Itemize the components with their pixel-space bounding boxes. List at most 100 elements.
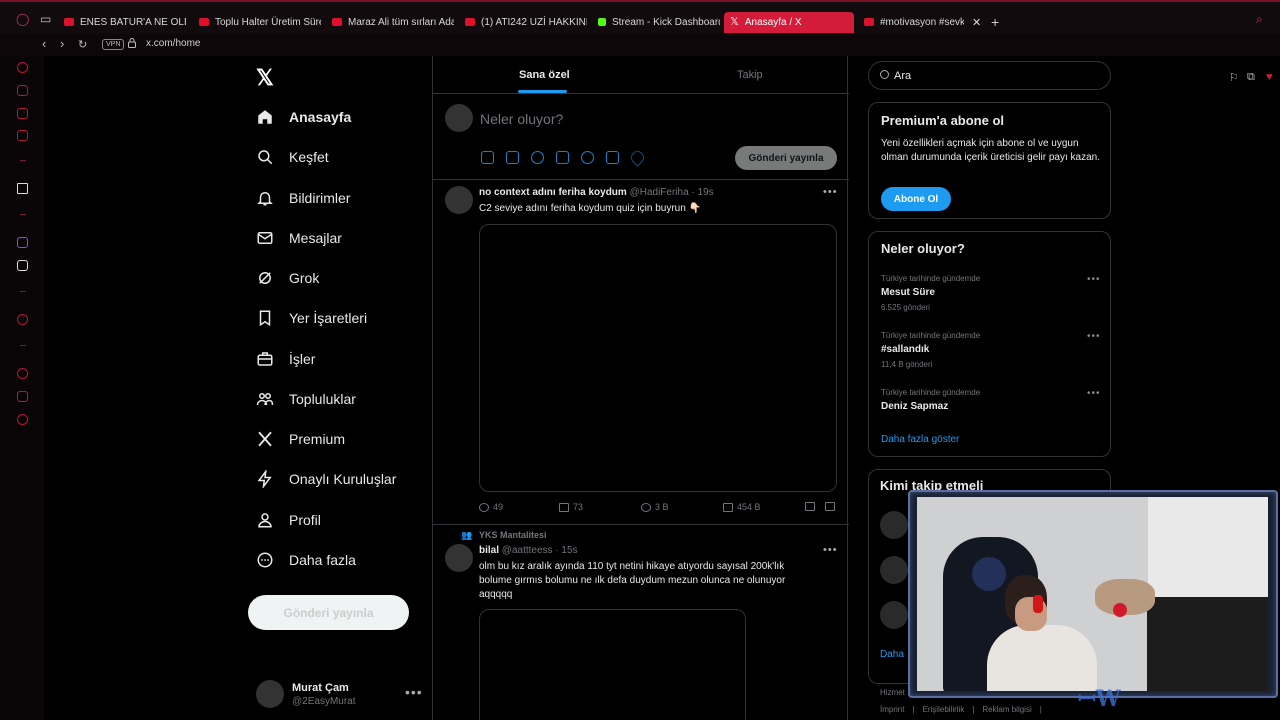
tweet-author-name[interactable]: no context adını feriha koydum [479, 187, 627, 198]
compose-input[interactable]: Neler oluyor? [480, 111, 563, 127]
reload-icon[interactable]: ↻ [78, 38, 87, 51]
footer-link[interactable]: İmprint [880, 705, 904, 714]
share-button[interactable] [825, 502, 835, 511]
footer-terms-link[interactable]: Hizmet [880, 688, 905, 697]
views-button[interactable]: 454 B [723, 502, 761, 512]
timeline-tabs: Sana özel Takip [433, 56, 849, 94]
x-app-icon[interactable] [17, 260, 28, 271]
back-icon[interactable]: ‹ [42, 36, 46, 51]
tweet-author-handle[interactable]: @aattteess · 15s [502, 545, 578, 556]
tweet-author-handle[interactable]: @HadiFeriha · 19s [630, 187, 714, 198]
messenger-icon[interactable] [17, 108, 28, 119]
post-button[interactable]: Gönderi yayınla [248, 595, 409, 630]
url-field[interactable]: x.com/home [146, 38, 200, 49]
location-icon[interactable] [628, 148, 647, 167]
trend-name[interactable]: Deniz Sapmaz [881, 401, 948, 412]
subscribe-button[interactable]: Abone Ol [881, 187, 951, 211]
tweet-more-icon[interactable]: ••• [823, 186, 838, 198]
account-name[interactable]: Murat Çam [292, 682, 349, 694]
x-logo-icon[interactable]: 𝕏 [256, 65, 274, 91]
footer-link[interactable]: Reklam bilgisi [982, 705, 1031, 714]
nav-more[interactable]: Daha fazla [256, 546, 356, 574]
nav-notifications[interactable]: Bildirimler [256, 184, 350, 212]
close-tab-icon[interactable]: ✕ [972, 16, 981, 29]
browser-tab[interactable]: Toplu Halter Üretim Süreç [193, 10, 321, 34]
tab-overview-icon[interactable]: ▭ [40, 12, 51, 26]
youtube-icon [465, 18, 475, 26]
gmail-icon[interactable] [17, 130, 28, 141]
extensions-icon[interactable] [17, 391, 28, 402]
nav-home[interactable]: Anasayfa [256, 103, 351, 131]
tab-for-you[interactable]: Sana özel [519, 69, 570, 81]
nav-grok[interactable]: Grok [256, 264, 319, 292]
nav-premium[interactable]: Premium [256, 425, 345, 453]
follow-show-more-link[interactable]: Daha [880, 649, 904, 660]
tweet-avatar[interactable] [445, 186, 473, 214]
browser-tab-active[interactable]: 𝕏 Anasayfa / X [724, 12, 854, 33]
footer-link[interactable]: Erişilebilirlik [923, 705, 965, 714]
gif-icon[interactable] [506, 151, 519, 164]
schedule-icon[interactable] [606, 151, 619, 164]
trend-more-icon[interactable]: ••• [1087, 388, 1101, 399]
browser-tab[interactable]: ENES BATUR'A NE OLDU [58, 10, 186, 34]
settings-icon[interactable] [17, 414, 28, 425]
tweet-author-name[interactable]: bilal [479, 545, 499, 556]
show-more-link[interactable]: Daha fazla göster [881, 434, 959, 445]
trend-context: Türkiye tarihinde gündemde [881, 388, 981, 397]
trend-more-icon[interactable]: ••• [1087, 331, 1101, 342]
retweet-button[interactable]: 73 [559, 502, 583, 512]
new-tab-icon[interactable]: + [991, 14, 999, 30]
speed-dial-icon[interactable] [17, 62, 28, 73]
browser-tab[interactable]: #motivasyon #sevkiy [858, 10, 964, 34]
bookmark-button[interactable] [805, 502, 815, 511]
trend-name[interactable]: Mesut Süre [881, 287, 935, 298]
tweet-avatar[interactable] [445, 544, 473, 572]
footer-separator: | [972, 705, 975, 714]
grok-icon[interactable] [531, 151, 544, 164]
browser-tab[interactable]: Stream - Kick Dashboard [592, 10, 720, 34]
account-more-icon[interactable]: ••• [405, 684, 423, 700]
account-handle[interactable]: @2EasyMurat [292, 696, 356, 707]
nav-communities[interactable]: Topluluklar [256, 385, 356, 413]
search-box[interactable]: Ara [868, 61, 1111, 90]
opera-logo-icon[interactable]: ◯ [16, 12, 29, 26]
nav-bookmarks[interactable]: Yer İşaretleri [256, 304, 367, 332]
follow-suggestion-avatar[interactable] [880, 601, 908, 629]
browser-tab[interactable]: Maraz Ali tüm sırları Adan [326, 10, 454, 34]
vpn-badge[interactable]: VPN [102, 39, 125, 50]
bookmark-page-icon[interactable]: ⚐ [1229, 71, 1239, 84]
favorite-heart-icon[interactable]: ♥ [1266, 71, 1273, 83]
tweet-media[interactable] [479, 609, 746, 720]
reply-button[interactable]: 49 [479, 502, 503, 512]
tab-following[interactable]: Takip [737, 69, 763, 81]
search-tabs-icon[interactable]: ⌕ [1256, 12, 1263, 27]
app-icon[interactable] [17, 183, 28, 194]
social-context[interactable]: YKS Mantalitesi [479, 530, 547, 540]
forward-icon[interactable]: › [60, 36, 64, 51]
tweet-more-icon[interactable]: ••• [823, 544, 838, 556]
nav-verified-orgs[interactable]: Onaylı Kuruluşlar [256, 465, 396, 493]
emoji-icon[interactable] [581, 151, 594, 164]
nav-explore[interactable]: Keşfet [256, 143, 329, 171]
search-input[interactable]: Ara [894, 70, 911, 82]
history-icon[interactable] [17, 368, 28, 379]
youtube-icon [199, 18, 209, 26]
avatar[interactable] [256, 680, 284, 708]
browser-tab[interactable]: (1) ATI242 UZİ HAKKINDA [459, 10, 587, 34]
trend-name[interactable]: #sallandık [881, 344, 929, 355]
follow-suggestion-avatar[interactable] [880, 511, 908, 539]
poll-icon[interactable] [556, 151, 569, 164]
nav-profile[interactable]: Profil [256, 506, 321, 534]
snapshot-icon[interactable]: ⧉ [1247, 71, 1255, 84]
nav-jobs[interactable]: İşler [256, 345, 315, 373]
image-icon[interactable] [481, 151, 494, 164]
like-button[interactable]: 3 B [641, 502, 669, 512]
twitch-icon[interactable] [17, 237, 28, 248]
compose-submit-button[interactable]: Gönderi yayınla [735, 146, 837, 170]
nav-messages[interactable]: Mesajlar [256, 224, 342, 252]
player-icon[interactable] [17, 314, 28, 325]
trend-more-icon[interactable]: ••• [1087, 274, 1101, 285]
aria-icon[interactable] [17, 85, 28, 96]
follow-suggestion-avatar[interactable] [880, 556, 908, 584]
tweet-media[interactable] [479, 224, 837, 492]
